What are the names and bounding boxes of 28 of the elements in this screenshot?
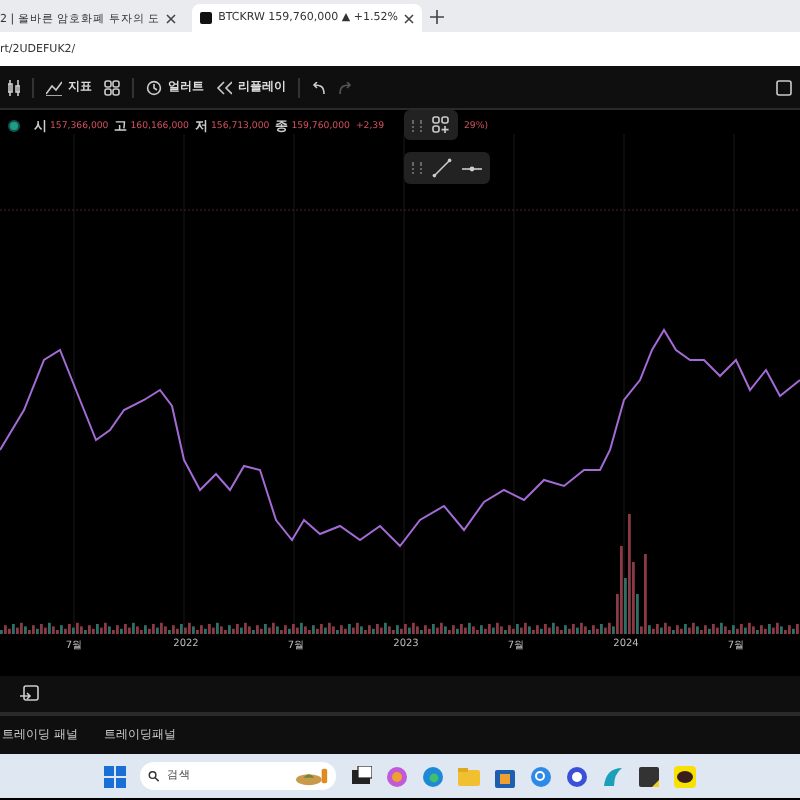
indicator-icon (46, 79, 62, 95)
rewind-icon (216, 79, 232, 95)
new-tab-icon[interactable] (429, 9, 444, 23)
browser-icon[interactable] (422, 765, 444, 787)
notes-icon[interactable] (638, 765, 660, 787)
trend-line-icon[interactable] (432, 158, 452, 178)
task-view-icon[interactable] (350, 765, 372, 787)
redo-icon[interactable] (338, 81, 352, 93)
search-icon (148, 770, 159, 782)
store-icon[interactable] (494, 765, 516, 787)
templates-icon[interactable] (104, 79, 120, 95)
magnifier-app-icon[interactable] (530, 765, 552, 787)
site-logo-icon (200, 12, 213, 24)
weather-scene-icon (295, 766, 328, 786)
alarm-clock-icon (146, 79, 162, 95)
candles-icon[interactable] (8, 79, 20, 95)
close-icon[interactable] (166, 13, 177, 23)
undo-icon[interactable] (312, 81, 326, 93)
horizontal-line-icon[interactable] (462, 163, 482, 173)
templates-icon[interactable] (432, 116, 450, 134)
close-icon[interactable] (403, 13, 414, 23)
chat-app-icon[interactable] (674, 765, 696, 787)
fullscreen-icon[interactable] (776, 79, 792, 95)
round-app-icon[interactable] (566, 765, 588, 787)
windows-start-icon[interactable] (104, 765, 126, 787)
status-dot-icon (10, 122, 18, 130)
copilot-icon[interactable] (386, 765, 408, 787)
panel-toggle-icon[interactable] (20, 684, 40, 704)
